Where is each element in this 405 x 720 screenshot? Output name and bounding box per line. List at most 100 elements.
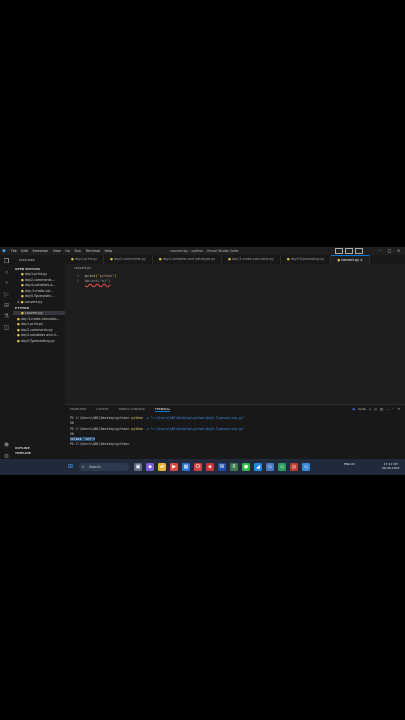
code-line: 2 #print("oj") bbox=[65, 279, 110, 283]
open-editor-item[interactable]: ●day-3-make-cal... bbox=[21, 289, 65, 293]
search-label: Search bbox=[89, 464, 101, 469]
more-icon[interactable]: … bbox=[386, 407, 389, 411]
file-explorer-icon[interactable]: ▰ bbox=[158, 462, 166, 471]
tab-day5-typecasting[interactable]: ●day5-Typecasting.py bbox=[281, 255, 332, 264]
explorer-icon[interactable]: ❐ bbox=[3, 258, 10, 265]
store-icon[interactable]: ▦ bbox=[182, 462, 190, 471]
python-file-icon: ● bbox=[21, 294, 24, 298]
vscode-logo-icon: ◆ bbox=[2, 248, 6, 254]
chrome-icon[interactable]: ◎ bbox=[290, 462, 298, 471]
taskbar-search[interactable]: ⌕ Search bbox=[79, 462, 129, 471]
excel-icon[interactable]: X bbox=[230, 462, 238, 471]
tab-problems[interactable]: PROBLEMS bbox=[70, 407, 86, 412]
code-comment: #print("oj") bbox=[85, 279, 111, 283]
tab-day3-calculator[interactable]: ●day-3-make-calculator.py bbox=[222, 255, 281, 264]
app-icon[interactable]: ◇ bbox=[302, 462, 310, 471]
menu-go[interactable]: Go bbox=[65, 249, 70, 253]
menu-run[interactable]: Run bbox=[75, 249, 82, 253]
testing-icon[interactable]: ⚗ bbox=[3, 313, 10, 320]
whatsapp-icon[interactable]: ● bbox=[242, 462, 250, 471]
menu-edit[interactable]: Edit bbox=[21, 249, 28, 253]
minimize-icon[interactable]: – bbox=[376, 248, 385, 253]
maximize-icon[interactable]: □ bbox=[385, 248, 394, 253]
tab-terminal[interactable]: TERMINAL bbox=[154, 407, 171, 412]
split-terminal-icon[interactable]: ◫ bbox=[374, 407, 377, 411]
code-string: "python" bbox=[97, 274, 115, 278]
breadcrumb[interactable]: convert.py bbox=[74, 266, 91, 270]
teams-icon[interactable]: ◆ bbox=[146, 462, 154, 471]
toggle-secondary-icon[interactable] bbox=[355, 248, 363, 254]
open-editors-section[interactable]: OPEN EDITORS bbox=[15, 267, 40, 271]
terminal-shell-icon: ▣ bbox=[352, 407, 356, 411]
vscode-taskbar-icon[interactable]: ◢ bbox=[254, 462, 262, 471]
python-file-icon: ● bbox=[17, 316, 20, 321]
close-editor-icon[interactable]: × bbox=[17, 300, 20, 304]
menu-selection[interactable]: Selection bbox=[32, 249, 48, 253]
search-icon: ⌕ bbox=[82, 463, 85, 469]
open-editor-item[interactable]: ●day2-comments... bbox=[21, 278, 65, 282]
close-icon[interactable]: ✕ bbox=[394, 248, 403, 253]
open-editor-item[interactable]: ●day5-Typecastin... bbox=[21, 294, 65, 298]
maximize-panel-icon[interactable]: ⌃ bbox=[392, 407, 395, 411]
app-icon[interactable]: ◇ bbox=[278, 462, 286, 471]
tab-day1-print[interactable]: ●day1-print.py bbox=[65, 255, 105, 264]
open-editor-item[interactable]: ●day1-print.py bbox=[21, 272, 65, 276]
word-icon[interactable]: W bbox=[218, 462, 226, 471]
menu-file[interactable]: File bbox=[11, 249, 17, 253]
toggle-panel-icon[interactable] bbox=[345, 248, 353, 254]
close-tab-icon[interactable]: × bbox=[360, 258, 363, 262]
account-icon[interactable]: ◉ bbox=[3, 441, 10, 448]
toggle-sidebar-icon[interactable] bbox=[335, 248, 343, 254]
new-terminal-icon[interactable]: + bbox=[369, 407, 372, 411]
folder-section[interactable]: PYTHON bbox=[15, 306, 29, 310]
python-file-icon: ● bbox=[110, 257, 113, 261]
run-debug-icon[interactable]: ▷ bbox=[3, 291, 10, 298]
source-control-icon[interactable]: ⑂ bbox=[3, 280, 10, 287]
python-file-icon: ● bbox=[21, 311, 24, 315]
python-file-icon: ● bbox=[228, 257, 232, 261]
tab-debug-console[interactable]: DEBUG CONSOLE bbox=[119, 407, 145, 412]
python-file-icon: ● bbox=[286, 257, 290, 261]
vscode-window: ◆ File Edit Selection View Go Run Termin… bbox=[0, 247, 405, 474]
menu-view[interactable]: View bbox=[53, 249, 61, 253]
python-file-icon: ● bbox=[20, 299, 24, 304]
menu-terminal[interactable]: Terminal bbox=[86, 249, 100, 253]
explorer-sidebar: EXPLORER OPEN EDITORS ●day1-print.py ●da… bbox=[13, 255, 65, 466]
python-file-icon: ● bbox=[21, 283, 24, 287]
code-editor[interactable]: 1 print("python") 2 #print("oj") bbox=[65, 264, 405, 410]
file-item[interactable]: ●day4-variables and d... bbox=[17, 333, 61, 337]
title-bar: ◆ File Edit Selection View Go Run Termin… bbox=[0, 247, 405, 255]
terminal-output[interactable]: PS C:\Users\ABC\Desktop\python> python -… bbox=[70, 416, 245, 448]
menu-help[interactable]: Help bbox=[105, 249, 113, 253]
trash-icon[interactable]: ▥ bbox=[380, 407, 383, 411]
python-file-icon: ● bbox=[337, 258, 341, 262]
timeline-section[interactable]: TIMELINE bbox=[13, 451, 65, 456]
tab-day4-variables[interactable]: ●day4-variables and datatype.py bbox=[153, 255, 223, 264]
extensions-icon[interactable]: ⊞ bbox=[3, 302, 10, 309]
file-item[interactable]: ●day1-print.py bbox=[17, 322, 61, 326]
taskbar-clock[interactable]: 17:11 IST 06-06-2023 bbox=[382, 462, 399, 470]
terminal-shell-name[interactable]: Code bbox=[358, 407, 366, 411]
remote-icon[interactable]: ◫ bbox=[3, 324, 10, 331]
task-view-icon[interactable]: ▣ bbox=[134, 462, 142, 471]
file-item-selected[interactable]: ●convert.py bbox=[13, 311, 65, 315]
python-file-icon: ● bbox=[158, 257, 162, 261]
file-item[interactable]: ●day2-comments.py bbox=[17, 328, 61, 332]
file-item[interactable]: ●day-3-make-calculato... bbox=[17, 317, 61, 321]
open-editor-item-active[interactable]: ×●convert.py bbox=[17, 300, 61, 304]
windows-start-icon[interactable]: ⊞ bbox=[68, 464, 74, 470]
code-function: print bbox=[85, 274, 96, 278]
shield-icon[interactable]: ◈ bbox=[206, 462, 214, 471]
close-panel-icon[interactable]: ✕ bbox=[397, 407, 400, 411]
app-icon[interactable]: ◇ bbox=[266, 462, 274, 471]
panel-controls: ▣ Code + ◫ ▥ … ⌃ ✕ bbox=[349, 407, 400, 411]
search-icon[interactable]: ⌕ bbox=[3, 269, 10, 276]
opera-icon[interactable]: O bbox=[194, 462, 202, 471]
windows-taskbar: ⊞ ⌕ Search ▣ ◆ ▰ ▶ ▦ O ◈ W X ● ◢ ◇ ◇ ◎ ◇… bbox=[0, 459, 405, 475]
file-item[interactable]: ●day5-Typecasting.py bbox=[17, 339, 61, 343]
tab-day2-comments[interactable]: ●day2-comments.py bbox=[104, 255, 153, 264]
tab-output[interactable]: OUTPUT bbox=[96, 407, 108, 412]
open-editor-item[interactable]: ●day4-variables-a... bbox=[21, 283, 65, 287]
youtube-icon[interactable]: ▶ bbox=[170, 462, 178, 471]
language-indicator[interactable]: ENG IN bbox=[344, 462, 355, 466]
